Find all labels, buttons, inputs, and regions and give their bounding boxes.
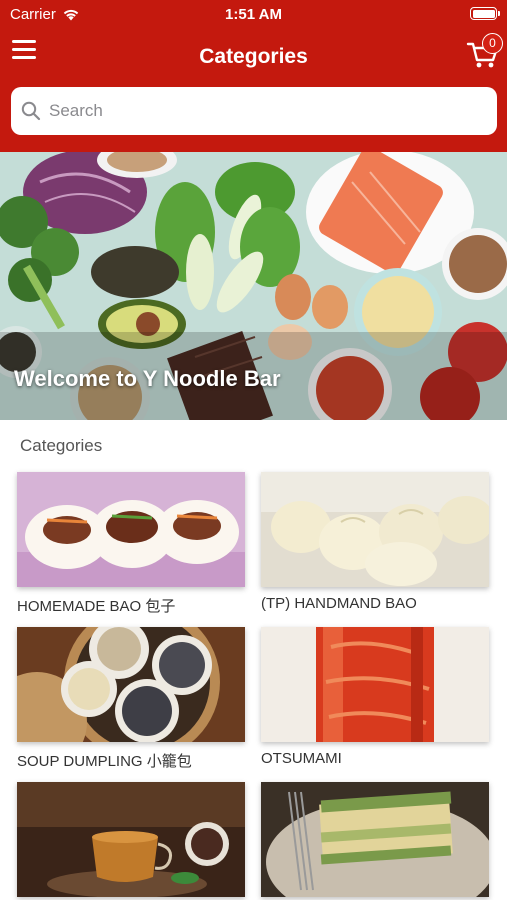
category-image xyxy=(261,627,489,742)
search-input[interactable] xyxy=(49,101,469,121)
category-image xyxy=(17,472,245,587)
category-image xyxy=(17,782,245,897)
category-image xyxy=(17,627,245,742)
cart-count-badge: 0 xyxy=(482,33,503,54)
category-image xyxy=(261,472,489,587)
category-label: HOMEMADE BAO 包子 xyxy=(17,598,176,615)
search-bar[interactable] xyxy=(11,87,497,135)
battery-icon xyxy=(470,7,500,20)
category-label: OTSUMAMI xyxy=(261,750,342,767)
status-time: 1:51 AM xyxy=(225,6,282,23)
category-card[interactable] xyxy=(17,782,245,900)
category-label: (TP) HANDMAND BAO xyxy=(261,595,417,612)
category-card[interactable]: HOMEMADE BAO 包子 xyxy=(17,472,245,616)
menu-icon xyxy=(12,40,36,43)
section-label: Categories xyxy=(20,436,103,455)
category-card[interactable]: (TP) HANDMAND BAO xyxy=(261,472,489,612)
category-label: SOUP DUMPLING 小籠包 xyxy=(17,753,192,770)
search-icon xyxy=(21,101,41,121)
category-card[interactable]: SOUP DUMPLING 小籠包 xyxy=(17,627,245,771)
category-card[interactable]: OTSUMAMI xyxy=(261,627,489,767)
page-title: Categories xyxy=(199,45,308,68)
category-card[interactable] xyxy=(261,782,489,900)
category-image xyxy=(261,782,489,897)
status-bar: Carrier 1:51 AM xyxy=(0,0,507,28)
hero-title: Welcome to Y Noodle Bar xyxy=(14,366,281,391)
